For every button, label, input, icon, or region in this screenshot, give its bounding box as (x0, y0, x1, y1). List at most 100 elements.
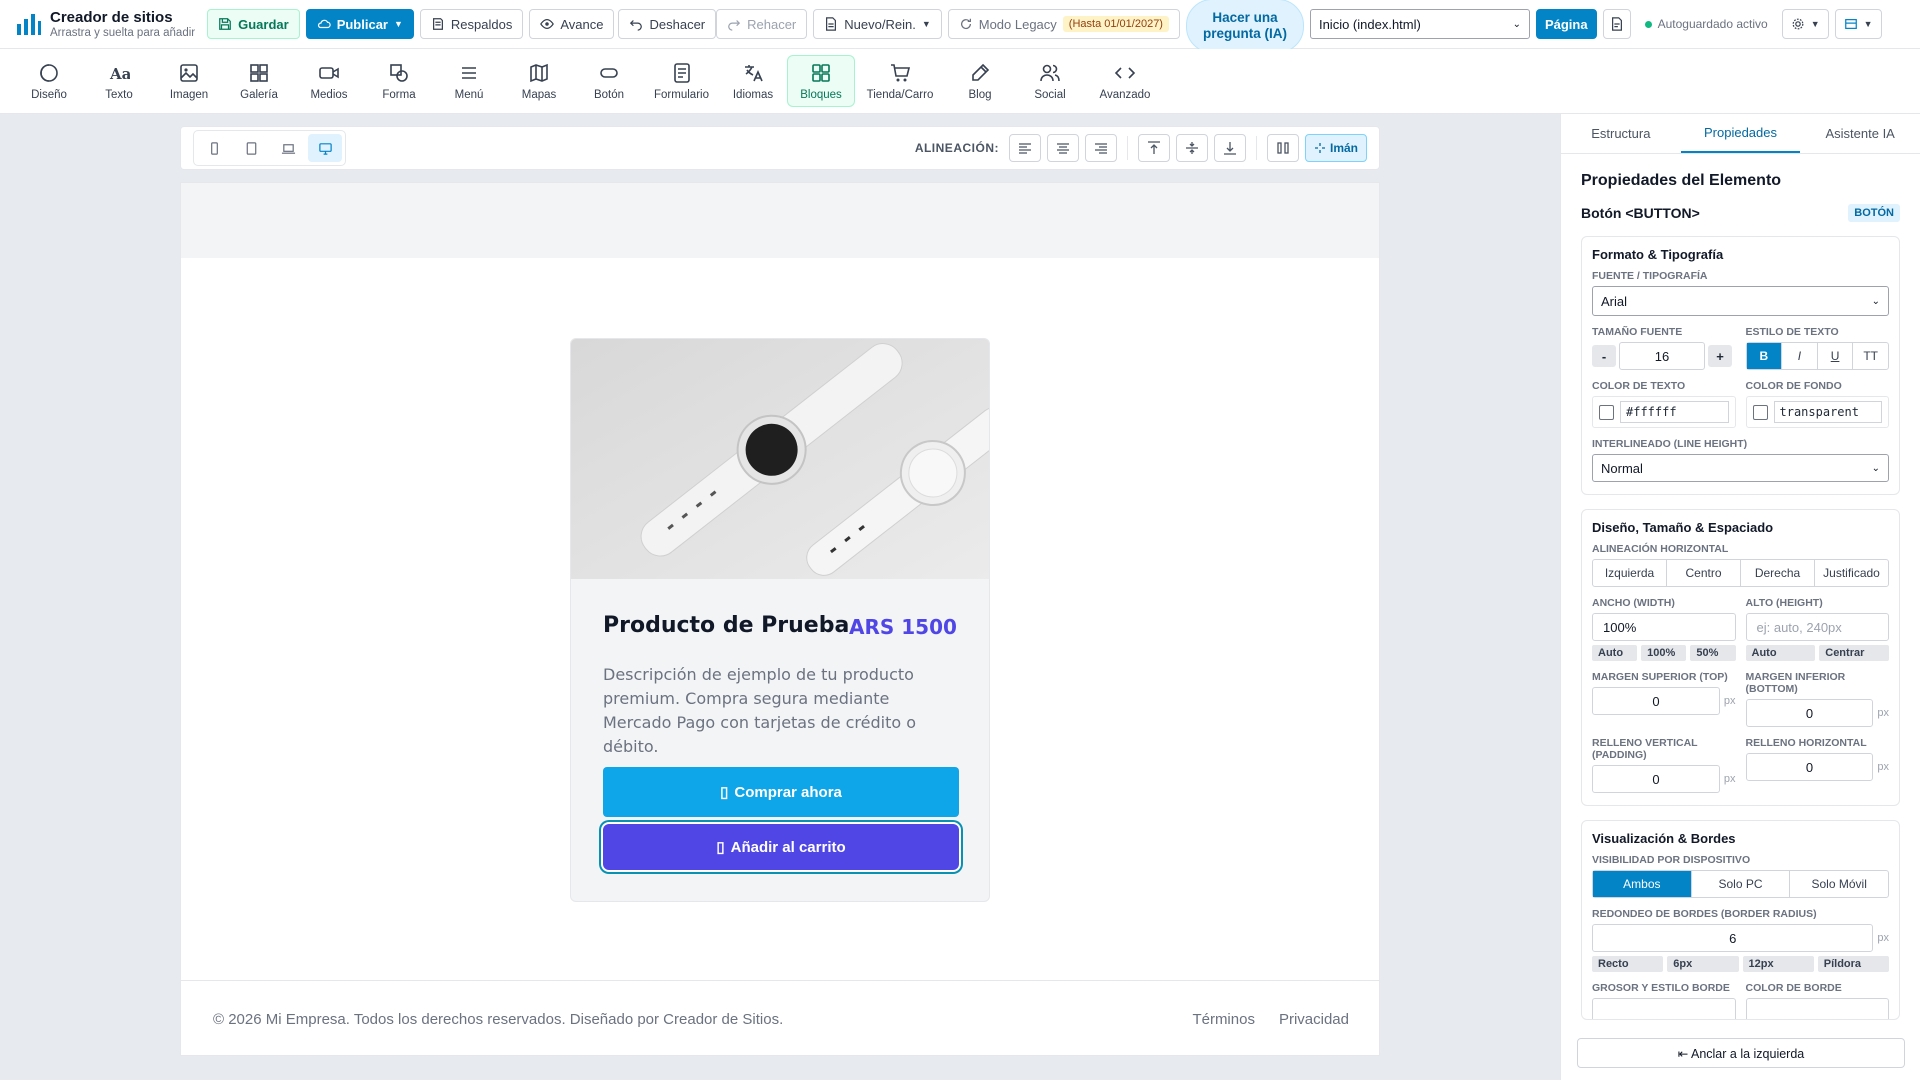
legacy-mode-button[interactable]: Modo Legacy (Hasta 01/01/2027) (947, 9, 1180, 39)
visibility-mobile-button[interactable]: Solo Móvil (1790, 871, 1888, 897)
padding-v-input[interactable]: 0 (1592, 765, 1720, 793)
h-align-centro-button[interactable]: Centro (1667, 560, 1741, 586)
margin-top-input[interactable]: 0 (1592, 687, 1720, 715)
publish-button[interactable]: Publicar ▼ (305, 9, 414, 39)
increase-size-button[interactable]: + (1708, 345, 1732, 367)
align-bottom-button[interactable] (1213, 134, 1246, 162)
page-header[interactable] (181, 183, 1379, 258)
h-align-justificado-button[interactable]: Justificado (1815, 560, 1888, 586)
settings-button[interactable]: ▼ (1781, 9, 1829, 39)
align-left-button[interactable] (1008, 134, 1041, 162)
tool-social[interactable]: Social (1015, 55, 1085, 107)
height-input[interactable]: ej: auto, 240px (1745, 613, 1889, 641)
width-preset-button[interactable]: 50% (1690, 645, 1736, 661)
radius-preset-button[interactable]: Píldora (1817, 956, 1889, 972)
undo-button[interactable]: Deshacer (618, 9, 717, 39)
uppercase-button[interactable]: TT (1853, 343, 1888, 369)
tool-formulario[interactable]: Formulario (644, 55, 719, 107)
magnet-toggle[interactable]: Imán (1304, 134, 1367, 162)
layout-menu-button[interactable]: ▼ (1834, 9, 1882, 39)
device-phone-button[interactable] (197, 134, 231, 162)
redo-button[interactable]: Rehacer (716, 9, 808, 39)
footer-link-terms[interactable]: Términos (1192, 1011, 1255, 1028)
backups-button[interactable]: Respaldos (419, 9, 524, 39)
page-select[interactable]: Inicio (index.html) ⌄ (1309, 9, 1530, 39)
layout-heading[interactable]: Diseño, Tamaño & Espaciado (1592, 520, 1889, 535)
padding-h-input[interactable]: 0 (1745, 753, 1874, 781)
preview-button[interactable]: Avance (529, 9, 615, 39)
width-preset-button[interactable]: Auto (1592, 645, 1638, 661)
bg-color-input[interactable]: transparent (1773, 401, 1882, 423)
tool-menú[interactable]: Menú (434, 55, 504, 107)
tool-botón[interactable]: Botón (574, 55, 644, 107)
pen-icon (972, 63, 990, 81)
width-input[interactable]: 100% (1592, 613, 1736, 641)
tool-texto[interactable]: Aa Texto (84, 55, 154, 107)
visibility-both-button[interactable]: Ambos (1593, 871, 1692, 897)
underline-button[interactable]: U (1818, 343, 1854, 369)
align-middle-button[interactable] (1175, 134, 1208, 162)
radius-preset-button[interactable]: 12px (1742, 956, 1814, 972)
page-button[interactable]: Página (1535, 9, 1597, 39)
tool-tienda-carro[interactable]: Tienda/Carro (855, 55, 945, 107)
tab-structure[interactable]: Estructura (1561, 114, 1681, 153)
add-to-cart-button[interactable]: ▯ Añadir al carrito (603, 824, 959, 870)
text-color-swatch[interactable] (1599, 404, 1614, 420)
footer-link-privacy[interactable]: Privacidad (1279, 1011, 1349, 1028)
tool-bloques[interactable]: Bloques (787, 55, 855, 107)
dock-left-button[interactable]: ⇤ Anclar a la izquierda (1577, 1038, 1905, 1068)
tool-idiomas[interactable]: Idiomas (719, 55, 787, 107)
page-settings-button[interactable] (1602, 9, 1631, 39)
product-description[interactable]: Descripción de ejemplo de tu producto pr… (603, 663, 959, 759)
tab-ai-assistant[interactable]: Asistente IA (1800, 114, 1920, 153)
save-button[interactable]: Guardar (207, 9, 300, 39)
radius-preset-button[interactable]: Recto (1592, 956, 1664, 972)
device-laptop-button[interactable] (271, 134, 305, 162)
align-center-button[interactable] (1046, 134, 1079, 162)
line-height-select[interactable]: Normal ⌄ (1592, 454, 1889, 482)
new-reset-button[interactable]: Nuevo/Rein. ▼ (813, 9, 942, 39)
visibility-pc-button[interactable]: Solo PC (1692, 871, 1791, 897)
tool-galería[interactable]: Galería (224, 55, 294, 107)
distribute-button[interactable] (1266, 134, 1299, 162)
visual-heading[interactable]: Visualización & Bordes (1592, 831, 1889, 846)
device-desktop-button[interactable] (308, 134, 342, 162)
h-align-izquierda-button[interactable]: Izquierda (1593, 560, 1667, 586)
font-size-input[interactable]: 16 (1619, 342, 1705, 370)
page-footer[interactable]: © 2026 Mi Empresa. Todos los derechos re… (181, 980, 1379, 1055)
border-width-input[interactable] (1592, 998, 1736, 1019)
buy-now-button[interactable]: ▯ Comprar ahora (603, 767, 959, 817)
tab-properties[interactable]: Propiedades (1680, 114, 1801, 153)
text-color-input[interactable]: #ffffff (1620, 401, 1729, 423)
ask-ai-button[interactable]: Hacer una pregunta (IA) (1185, 0, 1304, 53)
align-top-button[interactable] (1137, 134, 1170, 162)
radius-preset-button[interactable]: 6px (1667, 956, 1739, 972)
align-right-button[interactable] (1084, 134, 1117, 162)
bg-color-swatch[interactable] (1752, 404, 1768, 420)
format-heading[interactable]: Formato & Tipografía (1592, 247, 1889, 262)
font-select[interactable]: Arial ⌄ (1592, 286, 1889, 316)
publish-label: Publicar (336, 16, 388, 32)
tool-mapas[interactable]: Mapas (504, 55, 574, 107)
width-preset-button[interactable]: 100% (1641, 645, 1687, 661)
h-align-derecha-button[interactable]: Derecha (1741, 560, 1815, 586)
tool-forma[interactable]: Forma (364, 55, 434, 107)
height-preset-button[interactable]: Centrar (1819, 645, 1889, 661)
margin-bottom-input[interactable]: 0 (1745, 699, 1874, 727)
product-image[interactable] (571, 339, 989, 579)
tool-imagen[interactable]: Imagen (154, 55, 224, 107)
italic-button[interactable]: I (1782, 343, 1818, 369)
product-price[interactable]: ARS 1500 (849, 615, 957, 639)
bold-button[interactable]: B (1746, 343, 1783, 369)
border-color-input[interactable] (1745, 998, 1889, 1019)
tool-avanzado[interactable]: Avanzado (1085, 55, 1165, 107)
device-tablet-button[interactable] (234, 134, 268, 162)
height-preset-button[interactable]: Auto (1745, 645, 1816, 661)
tool-medios[interactable]: Medios (294, 55, 364, 107)
decrease-size-button[interactable]: - (1592, 345, 1616, 367)
product-title[interactable]: Producto de Prueba (603, 613, 849, 638)
product-card[interactable]: Producto de Prueba ARS 1500 Descripción … (570, 338, 990, 902)
tool-diseño[interactable]: Diseño (14, 55, 84, 107)
tool-blog[interactable]: Blog (945, 55, 1015, 107)
radius-input[interactable]: 6 (1592, 924, 1874, 952)
